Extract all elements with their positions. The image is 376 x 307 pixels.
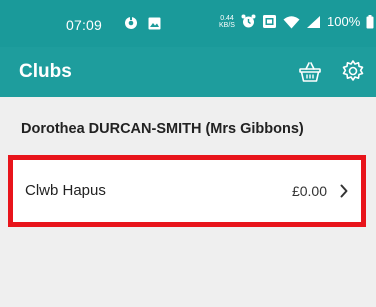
net-speed-unit: KB/S	[219, 21, 235, 29]
vpn-icon	[124, 16, 138, 30]
basket-icon	[297, 59, 323, 85]
battery-percent: 100%	[327, 14, 361, 29]
wifi-icon	[283, 15, 300, 29]
basket-button[interactable]	[297, 59, 323, 85]
club-name: Clwb Hapus	[25, 182, 106, 199]
sim-icon	[262, 14, 277, 29]
app-bar: Clubs	[0, 47, 376, 97]
signal-icon	[306, 15, 321, 29]
status-bar: 07:09 0.44 KB/S 100%	[0, 0, 376, 47]
net-speed: 0.44 KB/S	[219, 15, 235, 29]
image-icon	[148, 17, 161, 30]
settings-button[interactable]	[340, 58, 366, 84]
gear-icon	[340, 58, 366, 84]
status-right-icons: 0.44 KB/S 100%	[219, 14, 374, 29]
status-left-icons	[124, 16, 161, 30]
status-time: 07:09	[66, 17, 103, 33]
chevron-right-icon	[339, 183, 349, 199]
battery-icon	[366, 14, 374, 29]
club-row[interactable]: Clwb Hapus £0.00	[8, 155, 366, 227]
member-name: Dorothea DURCAN-SMITH (Mrs Gibbons)	[21, 121, 304, 137]
clubs-content: Dorothea DURCAN-SMITH (Mrs Gibbons) Clwb…	[0, 97, 376, 307]
page-title: Clubs	[19, 61, 72, 82]
club-amount: £0.00	[291, 183, 327, 199]
alarm-icon	[241, 14, 256, 29]
net-speed-value: 0.44	[220, 14, 234, 22]
